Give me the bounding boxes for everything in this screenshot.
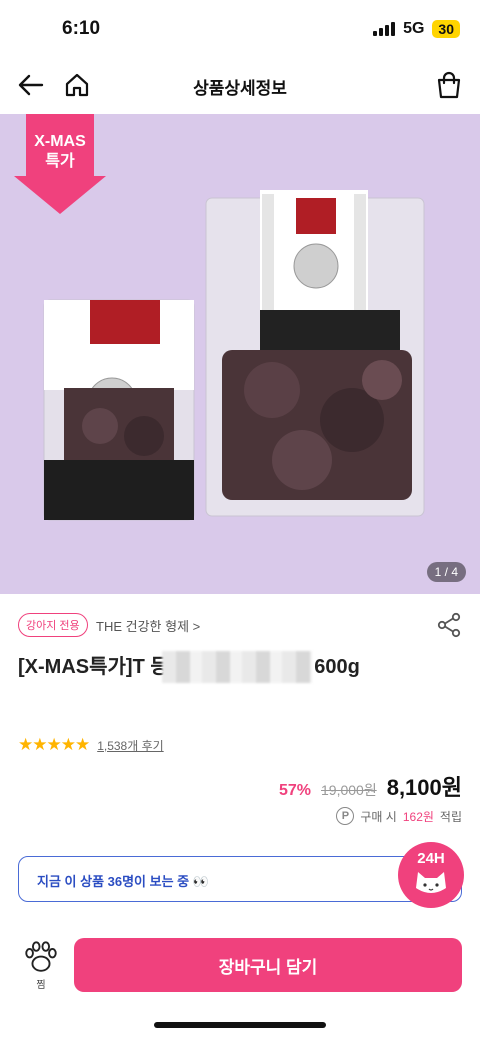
support-24h-badge[interactable]: 24H xyxy=(398,842,464,908)
cat-face-icon xyxy=(416,872,446,893)
promo-label: X-MAS 특가 xyxy=(14,132,106,172)
status-indicators: 5G 30 xyxy=(373,20,460,38)
category-badge: 강아지 전용 xyxy=(18,613,88,637)
product-bag-large xyxy=(205,190,425,517)
rating-row: ★★★★★ 1,538개 후기 xyxy=(18,735,164,755)
status-time: 6:10 xyxy=(62,18,101,39)
add-to-cart-button[interactable]: 장바구니 담기 xyxy=(74,938,462,992)
brand-link[interactable]: THE 건강한 형제 > xyxy=(96,616,200,635)
battery-icon: 30 xyxy=(432,20,460,38)
discount-rate: 57% xyxy=(278,782,311,799)
promo-line-2: 특가 xyxy=(45,153,75,170)
signal-icon xyxy=(373,22,396,36)
review-count-link[interactable]: 1,538개 후기 xyxy=(97,737,163,754)
product-bag-small xyxy=(43,299,195,521)
point-row: P 구매 시 162원 적립 xyxy=(336,807,462,825)
paw-icon xyxy=(25,941,57,972)
price-row: 57% 19,000원 8,100원 xyxy=(279,770,462,802)
image-counter: 1 / 4 xyxy=(426,562,466,582)
point-suffix: 적립 xyxy=(439,809,462,824)
rating-stars: ★★★★★ xyxy=(18,735,90,754)
point-prefix: 구매 시 xyxy=(360,809,397,824)
network-label: 5G xyxy=(403,20,425,37)
product-image[interactable]: X-MAS 특가 1 / 4 xyxy=(0,114,480,594)
wish-button[interactable]: 찜 xyxy=(18,938,64,991)
shopping-bag-icon[interactable] xyxy=(434,70,464,100)
point-value: 162원 xyxy=(402,809,434,824)
wish-label: 찜 xyxy=(36,980,46,991)
title-redaction xyxy=(162,651,312,683)
status-bar: 6:10 5G 30 xyxy=(0,0,480,60)
point-icon: P xyxy=(336,807,355,825)
page-title: 상품상세정보 xyxy=(193,79,287,98)
viewers-notice: 지금 이 상품 36명이 보는 중 👀 xyxy=(18,856,462,902)
sale-price: 8,100원 xyxy=(386,775,462,800)
top-header: 상품상세정보 xyxy=(0,60,480,112)
original-price: 19,000원 xyxy=(321,782,377,798)
home-indicator xyxy=(154,1022,326,1028)
viewers-text: 지금 이 상품 36명이 보는 중 👀 xyxy=(37,874,209,889)
promo-line-1: X-MAS xyxy=(34,133,86,150)
share-icon[interactable] xyxy=(436,612,462,638)
